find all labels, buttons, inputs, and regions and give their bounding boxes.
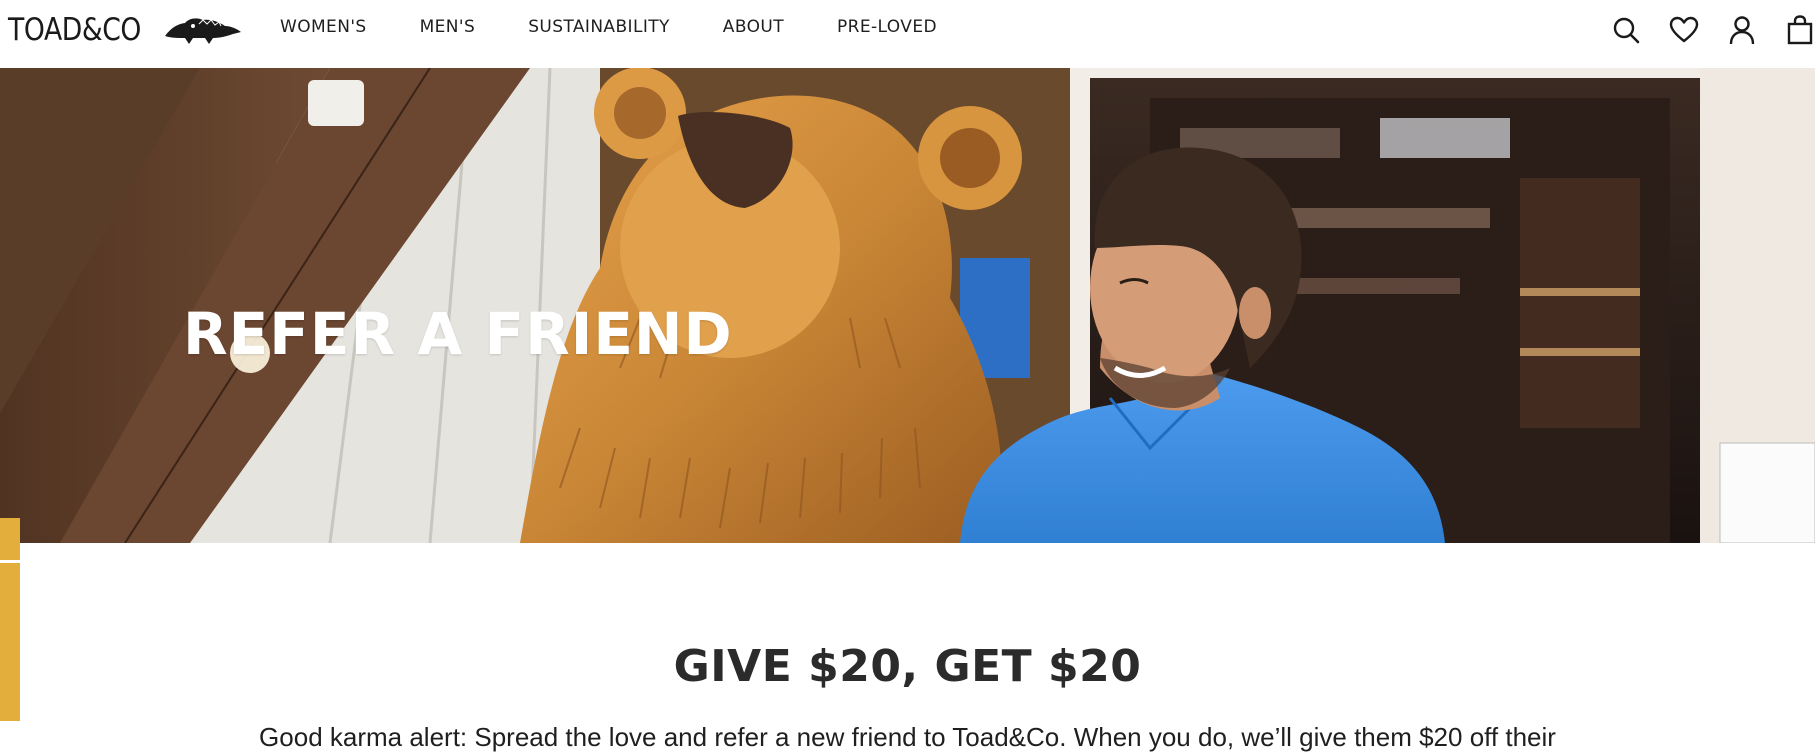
header-icons — [1583, 14, 1815, 46]
search-icon[interactable] — [1611, 14, 1641, 46]
nav-about[interactable]: ABOUT — [723, 17, 784, 37]
hero-banner: REFER A FRIEND — [0, 68, 1815, 543]
heart-icon[interactable] — [1669, 14, 1699, 46]
toad-logo-icon — [165, 18, 241, 44]
side-tab-accent — [0, 518, 20, 560]
nav-sustainability[interactable]: SUSTAINABILITY — [528, 17, 670, 37]
logo-text: TOAD&CO — [8, 12, 141, 48]
bag-icon[interactable] — [1785, 14, 1815, 46]
promo-title: GIVE $20, GET $20 — [673, 641, 1142, 692]
site-header: TOAD&CO WOMEN'S MEN'S SUSTAINABILITY ABO… — [0, 0, 1815, 68]
nav-mens[interactable]: MEN'S — [420, 17, 476, 37]
account-icon[interactable] — [1727, 14, 1757, 46]
hero-title: REFER A FRIEND — [183, 300, 733, 368]
nav-womens[interactable]: WOMEN'S — [280, 17, 367, 37]
promo-body: Good karma alert: Spread the love and re… — [259, 722, 1556, 752]
main-nav: WOMEN'S MEN'S SUSTAINABILITY ABOUT PRE-L… — [280, 17, 990, 37]
nav-pre-loved[interactable]: PRE-LOVED — [837, 17, 937, 37]
logo[interactable]: TOAD&CO — [8, 10, 241, 50]
